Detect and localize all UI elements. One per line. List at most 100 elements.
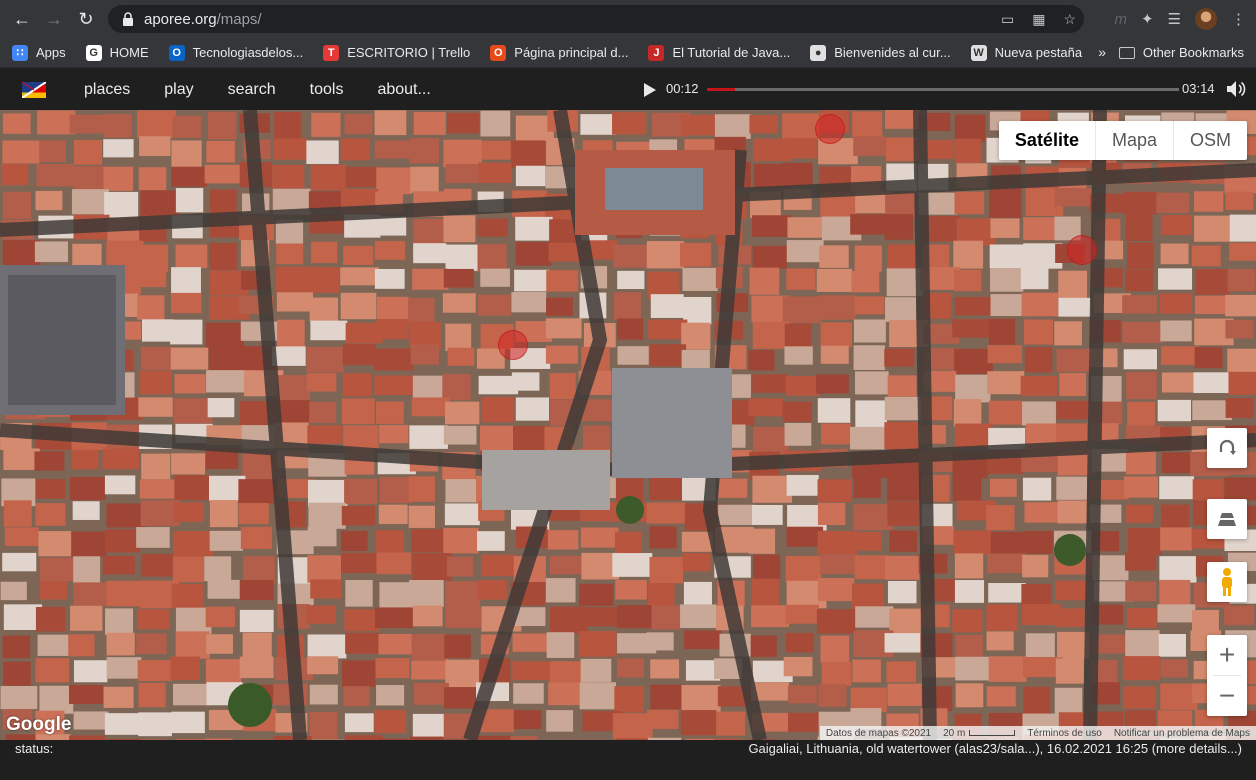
- rooftop: [853, 319, 886, 343]
- rooftop: [1125, 630, 1160, 659]
- zoom-out-button[interactable]: −: [1207, 676, 1247, 716]
- rooftop: [307, 373, 337, 392]
- rooftop: [651, 605, 681, 630]
- rooftop: [344, 478, 378, 505]
- rooftop: [376, 167, 412, 195]
- sound-marker[interactable]: [1067, 235, 1097, 265]
- language-flag-icon[interactable]: [22, 82, 46, 98]
- rooftop: [411, 660, 448, 680]
- other-bookmarks[interactable]: Other Bookmarks: [1118, 45, 1244, 60]
- rotate-map-button[interactable]: [1207, 428, 1247, 468]
- extension-m-icon[interactable]: m: [1114, 11, 1127, 28]
- menu-about[interactable]: about...: [377, 81, 430, 99]
- bookmark-item[interactable]: J El Tutorial de Java...: [648, 44, 790, 61]
- rooftop: [308, 502, 346, 529]
- rooftop: [444, 634, 471, 659]
- rooftop: [548, 682, 580, 706]
- menu-search[interactable]: search: [228, 81, 276, 99]
- rooftop: [1125, 552, 1157, 571]
- rooftop: [1127, 401, 1156, 428]
- rooftop: [782, 401, 812, 422]
- bookmark-item[interactable]: G HOME: [85, 44, 149, 61]
- bookmark-item[interactable]: O Tecnologiasdelos...: [168, 44, 303, 61]
- rooftop: [204, 556, 232, 582]
- rooftop: [1020, 266, 1049, 290]
- map-view[interactable]: Satélite Mapa OSM + − Google Datos de ma…: [0, 110, 1256, 740]
- rooftop: [374, 268, 405, 289]
- menu-tools[interactable]: tools: [310, 81, 344, 99]
- map-type-osm[interactable]: OSM: [1172, 121, 1247, 160]
- extensions-puzzle-icon[interactable]: ✦: [1141, 10, 1154, 28]
- rooftop: [1160, 527, 1192, 551]
- tilt-map-button[interactable]: [1207, 499, 1247, 539]
- rooftop: [137, 110, 177, 138]
- rooftop: [206, 140, 235, 163]
- menu-kebab-icon[interactable]: ⋮: [1231, 10, 1246, 28]
- rooftop: [208, 243, 237, 270]
- menu-play[interactable]: play: [164, 81, 193, 99]
- address-bar[interactable]: aporee.org/maps/ ▭ ▦ ☆: [108, 5, 1084, 33]
- menu-places[interactable]: places: [84, 81, 130, 99]
- bookmark-item[interactable]: T ESCRITORIO | Trello: [323, 44, 470, 61]
- map-scale[interactable]: 20 m: [937, 728, 1021, 739]
- rooftop: [106, 580, 142, 607]
- play-icon[interactable]: [644, 83, 656, 97]
- browser-toolbar: ← → ↻ aporee.org/maps/ ▭ ▦ ☆ m ✦ ☰ ⋮: [0, 0, 1256, 38]
- rooftop: [718, 478, 748, 498]
- sound-marker[interactable]: [498, 330, 528, 360]
- rooftop: [3, 448, 40, 470]
- bookmark-star-icon[interactable]: ☆: [1063, 11, 1076, 28]
- sound-marker[interactable]: [815, 114, 845, 144]
- rooftop: [680, 242, 712, 267]
- rooftop: [306, 346, 344, 373]
- other-bookmarks-label: Other Bookmarks: [1142, 45, 1244, 60]
- back-arrow-icon[interactable]: ←: [6, 3, 38, 35]
- rooftop: [39, 581, 68, 600]
- rooftop: [954, 138, 981, 163]
- status-text[interactable]: Gaigaliai, Lithuania, old watertower (al…: [748, 741, 1242, 756]
- bookmark-item[interactable]: W Nueva pestaña: [970, 44, 1082, 61]
- rooftop: [650, 659, 680, 679]
- rooftop: [852, 659, 881, 683]
- media-queue-icon[interactable]: ☰: [1168, 10, 1181, 28]
- rooftop: [410, 344, 440, 365]
- street-view-pegman-button[interactable]: [1207, 562, 1247, 602]
- google-logo[interactable]: Google: [6, 714, 71, 736]
- bookmark-item[interactable]: O Página principal d...: [490, 44, 628, 61]
- report-problem-link[interactable]: Notificar un problema de Maps: [1108, 728, 1256, 739]
- rooftop: [986, 686, 1016, 707]
- rooftop: [680, 604, 717, 629]
- bookmark-item[interactable]: ● Bienvenides al cur...: [810, 44, 951, 61]
- qr-code-icon[interactable]: ▦: [1032, 11, 1045, 28]
- rooftop: [650, 344, 687, 367]
- rooftop: [617, 318, 644, 340]
- forward-arrow-icon[interactable]: →: [38, 3, 70, 35]
- rooftop: [445, 479, 480, 503]
- rooftop: [546, 270, 579, 292]
- rooftop: [310, 579, 342, 599]
- trello-icon: T: [323, 44, 340, 61]
- map-type-map[interactable]: Mapa: [1094, 121, 1173, 160]
- rooftop: [817, 479, 852, 502]
- reload-icon[interactable]: ↻: [70, 3, 102, 35]
- bookmarks-overflow-chevron-icon[interactable]: »: [1098, 44, 1106, 60]
- map-type-satellite[interactable]: Satélite: [999, 121, 1095, 160]
- rooftop: [411, 634, 449, 661]
- bookmark-item[interactable]: ∷ Apps: [12, 44, 66, 61]
- rooftop: [311, 267, 340, 293]
- cast-icon[interactable]: ▭: [1001, 11, 1014, 28]
- rooftop: [239, 579, 274, 601]
- profile-avatar[interactable]: [1195, 8, 1217, 30]
- progress-track[interactable]: [707, 88, 1179, 91]
- rooftop: [887, 475, 922, 501]
- rooftop: [855, 371, 889, 395]
- rooftop: [512, 661, 552, 681]
- rooftop: [106, 632, 135, 656]
- zoom-in-button[interactable]: +: [1207, 635, 1247, 675]
- volume-icon[interactable]: [1226, 80, 1246, 98]
- rooftop: [510, 140, 546, 168]
- rooftop: [855, 606, 894, 628]
- terms-link[interactable]: Términos de uso: [1021, 728, 1107, 739]
- rooftop: [884, 348, 915, 367]
- rooftop: [1159, 556, 1197, 583]
